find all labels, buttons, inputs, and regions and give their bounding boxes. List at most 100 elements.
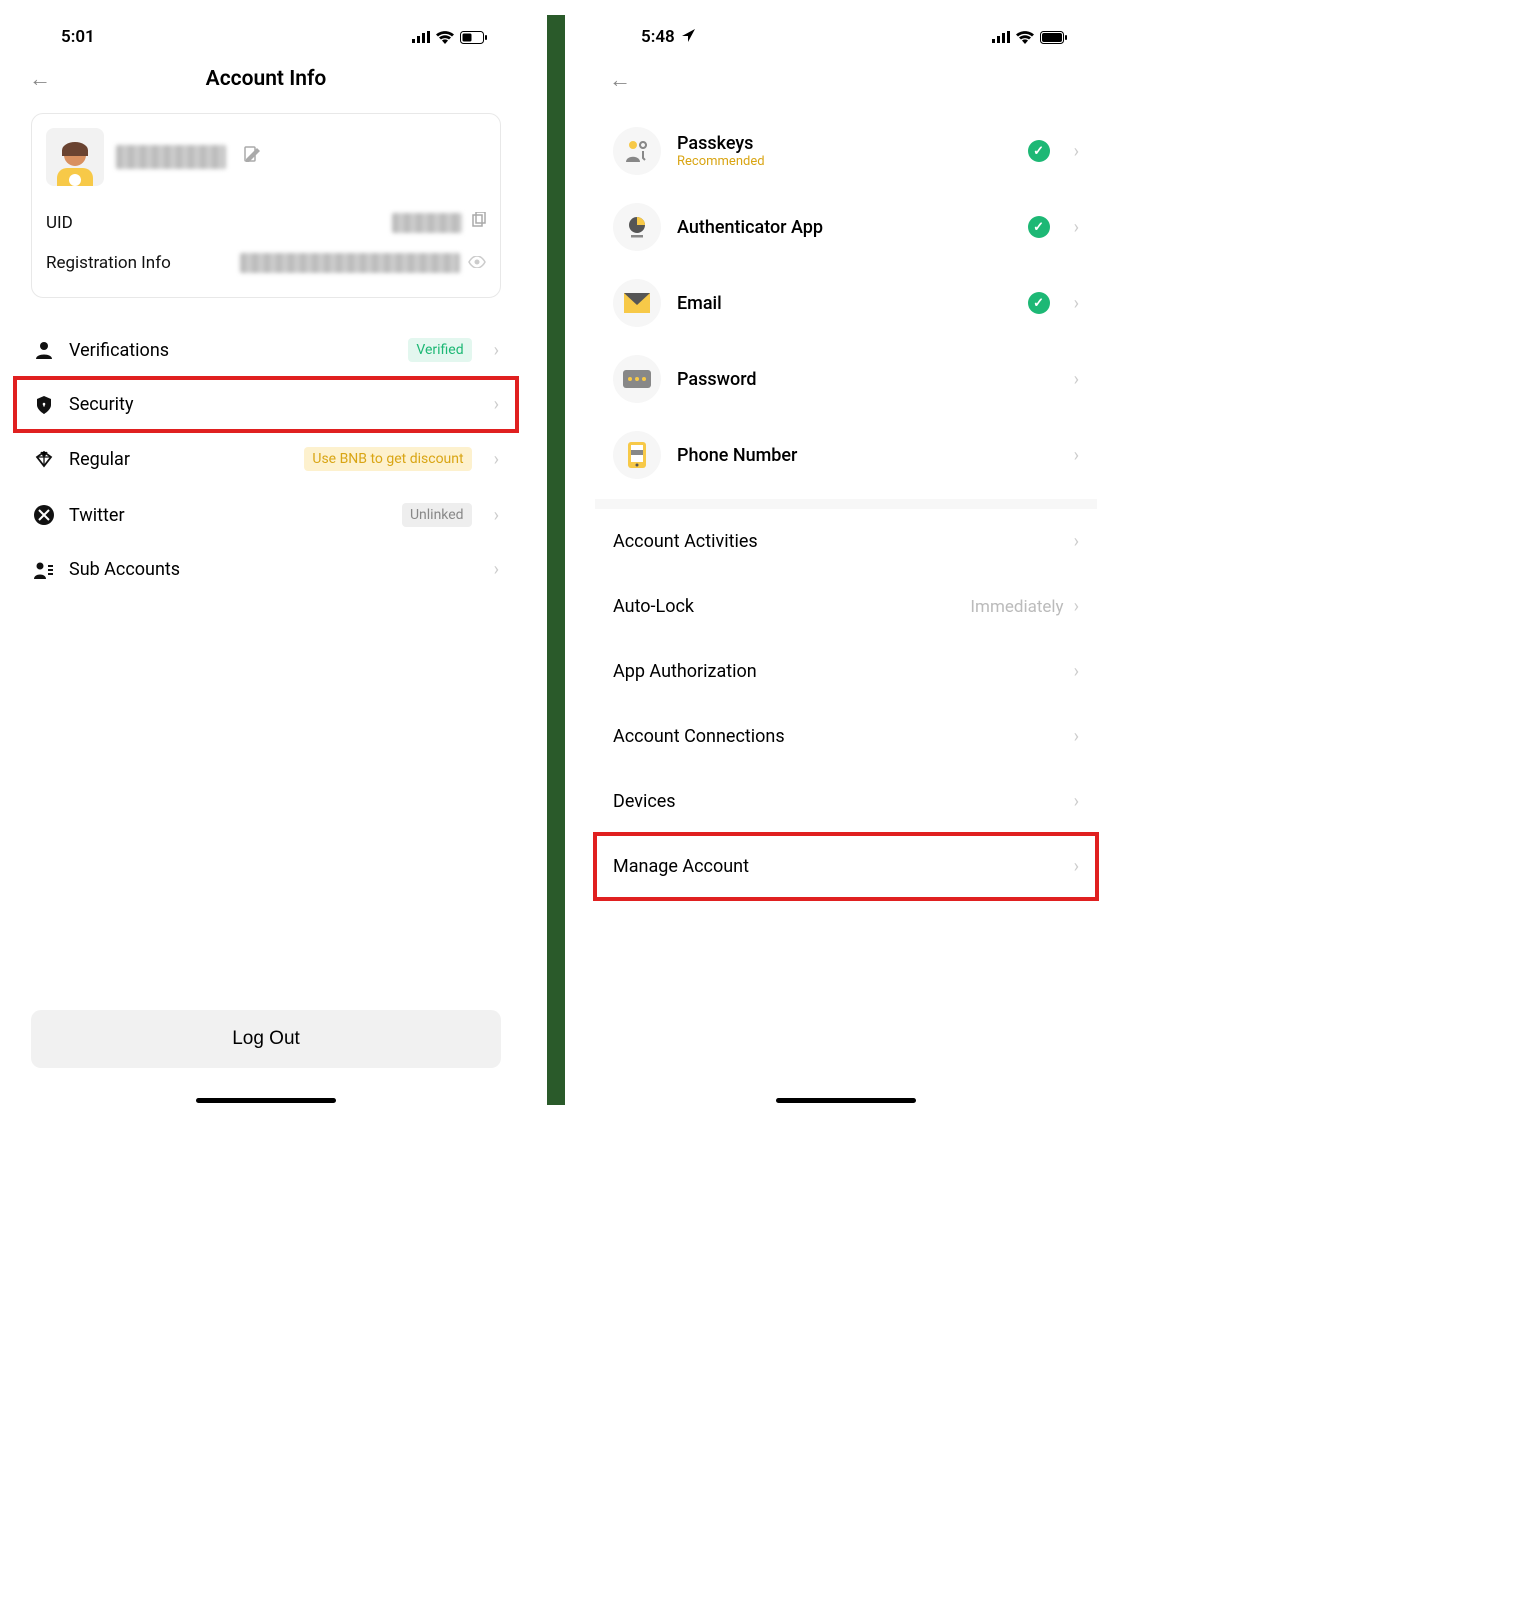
section-divider	[595, 499, 1097, 509]
uid-row: UID	[46, 202, 486, 243]
registration-label: Registration Info	[46, 253, 171, 273]
auto-lock-value: Immediately	[970, 597, 1063, 617]
email-icon	[613, 279, 661, 327]
screenshot-divider	[547, 15, 565, 1105]
item-email[interactable]: Email ✓ ›	[595, 265, 1097, 341]
account-menu: Verifications Verified › Security › Regu…	[15, 322, 517, 596]
phone-account-info: 5:01 ← Account Info	[15, 15, 517, 1105]
profile-card: UID Registration Info	[31, 113, 501, 298]
item-manage-account[interactable]: Manage Account ›	[595, 834, 1097, 899]
chevron-right-icon: ›	[1074, 445, 1079, 466]
item-account-connections[interactable]: Account Connections ›	[595, 704, 1097, 769]
chevron-right-icon: ›	[494, 505, 499, 526]
header: ← Account Info	[15, 59, 517, 107]
logout-button[interactable]: Log Out	[31, 1010, 501, 1068]
shield-icon	[33, 396, 55, 414]
back-button[interactable]: ←	[29, 66, 51, 92]
item-label: Account Connections	[613, 726, 785, 747]
item-password[interactable]: Password ›	[595, 341, 1097, 417]
avatar[interactable]	[46, 128, 104, 186]
item-auto-lock[interactable]: Auto-Lock Immediately ›	[595, 574, 1097, 639]
item-authenticator[interactable]: Authenticator App ✓ ›	[595, 189, 1097, 265]
enabled-check-icon: ✓	[1028, 292, 1050, 314]
chevron-right-icon: ›	[1074, 726, 1079, 747]
uid-label: UID	[46, 213, 73, 233]
menu-twitter[interactable]: Twitter Unlinked ›	[15, 487, 517, 543]
enabled-check-icon: ✓	[1028, 216, 1050, 238]
chevron-right-icon: ›	[1074, 596, 1079, 617]
item-title: Password	[677, 369, 1058, 390]
menu-regular[interactable]: Regular Use BNB to get discount ›	[15, 431, 517, 487]
location-arrow-icon	[682, 29, 695, 42]
header: ←	[595, 59, 1097, 109]
battery-icon	[460, 31, 487, 44]
item-label: App Authorization	[613, 661, 757, 682]
recommended-badge: Recommended	[677, 154, 1012, 169]
registration-value-redacted	[240, 253, 460, 273]
phone-icon	[613, 431, 661, 479]
profile-row	[46, 128, 486, 186]
item-account-activities[interactable]: Account Activities ›	[595, 509, 1097, 574]
item-label: Devices	[613, 791, 676, 812]
item-title: Passkeys	[677, 133, 1012, 154]
enabled-check-icon: ✓	[1028, 140, 1050, 162]
home-indicator	[196, 1098, 336, 1103]
item-title: Authenticator App	[677, 217, 1012, 238]
item-title: Phone Number	[677, 445, 1058, 466]
chevron-right-icon: ›	[494, 394, 499, 415]
wifi-icon	[1016, 31, 1034, 44]
menu-label: Regular	[69, 449, 290, 470]
menu-sub-accounts[interactable]: Sub Accounts ›	[15, 543, 517, 596]
bnb-discount-badge: Use BNB to get discount	[304, 447, 471, 471]
item-phone[interactable]: Phone Number ›	[595, 417, 1097, 493]
status-time-group: 5:48	[641, 27, 695, 47]
status-indicators	[992, 31, 1067, 44]
item-label: Account Activities	[613, 531, 758, 552]
battery-icon	[1040, 31, 1067, 44]
password-icon	[613, 355, 661, 403]
menu-label: Verifications	[69, 340, 394, 361]
chevron-right-icon: ›	[1074, 856, 1079, 877]
passkey-icon	[613, 127, 661, 175]
menu-verifications[interactable]: Verifications Verified ›	[15, 322, 517, 378]
item-devices[interactable]: Devices ›	[595, 769, 1097, 834]
auth-methods-list: Passkeys Recommended ✓ › Authenticator A…	[595, 109, 1097, 493]
edit-icon[interactable]	[244, 145, 262, 169]
menu-security[interactable]: Security ›	[15, 378, 517, 431]
item-label: Auto-Lock	[613, 596, 694, 617]
status-indicators	[412, 31, 487, 44]
registration-row: Registration Info	[46, 243, 486, 283]
eye-icon[interactable]	[468, 253, 486, 273]
chevron-right-icon: ›	[494, 340, 499, 361]
menu-label: Security	[69, 394, 480, 415]
chevron-right-icon: ›	[1074, 531, 1079, 552]
unlinked-badge: Unlinked	[402, 503, 472, 527]
verified-badge: Verified	[408, 338, 471, 362]
chevron-right-icon: ›	[494, 559, 499, 580]
person-icon	[33, 341, 55, 359]
copy-icon[interactable]	[470, 212, 486, 233]
uid-value-redacted	[392, 213, 462, 233]
wifi-icon	[436, 31, 454, 44]
sub-accounts-icon	[33, 561, 55, 579]
item-app-authorization[interactable]: App Authorization ›	[595, 639, 1097, 704]
x-twitter-icon	[33, 505, 55, 525]
back-button[interactable]: ←	[609, 67, 631, 93]
authenticator-icon	[613, 203, 661, 251]
settings-list: Account Activities › Auto-Lock Immediate…	[595, 509, 1097, 899]
chevron-right-icon: ›	[1074, 661, 1079, 682]
item-passkeys[interactable]: Passkeys Recommended ✓ ›	[595, 113, 1097, 189]
cellular-signal-icon	[992, 31, 1010, 43]
status-bar: 5:01	[15, 15, 517, 59]
phone-security-settings: 5:48 ← Passkeys Recomme	[595, 15, 1097, 1105]
chevron-right-icon: ›	[1074, 141, 1079, 162]
username-redacted	[116, 145, 226, 169]
chevron-right-icon: ›	[1074, 293, 1079, 314]
item-title: Email	[677, 293, 1012, 314]
cellular-signal-icon	[412, 31, 430, 43]
chevron-right-icon: ›	[1074, 791, 1079, 812]
chevron-right-icon: ›	[1074, 217, 1079, 238]
item-label: Manage Account	[613, 856, 749, 877]
diamond-icon	[33, 450, 55, 468]
status-bar: 5:48	[595, 15, 1097, 59]
